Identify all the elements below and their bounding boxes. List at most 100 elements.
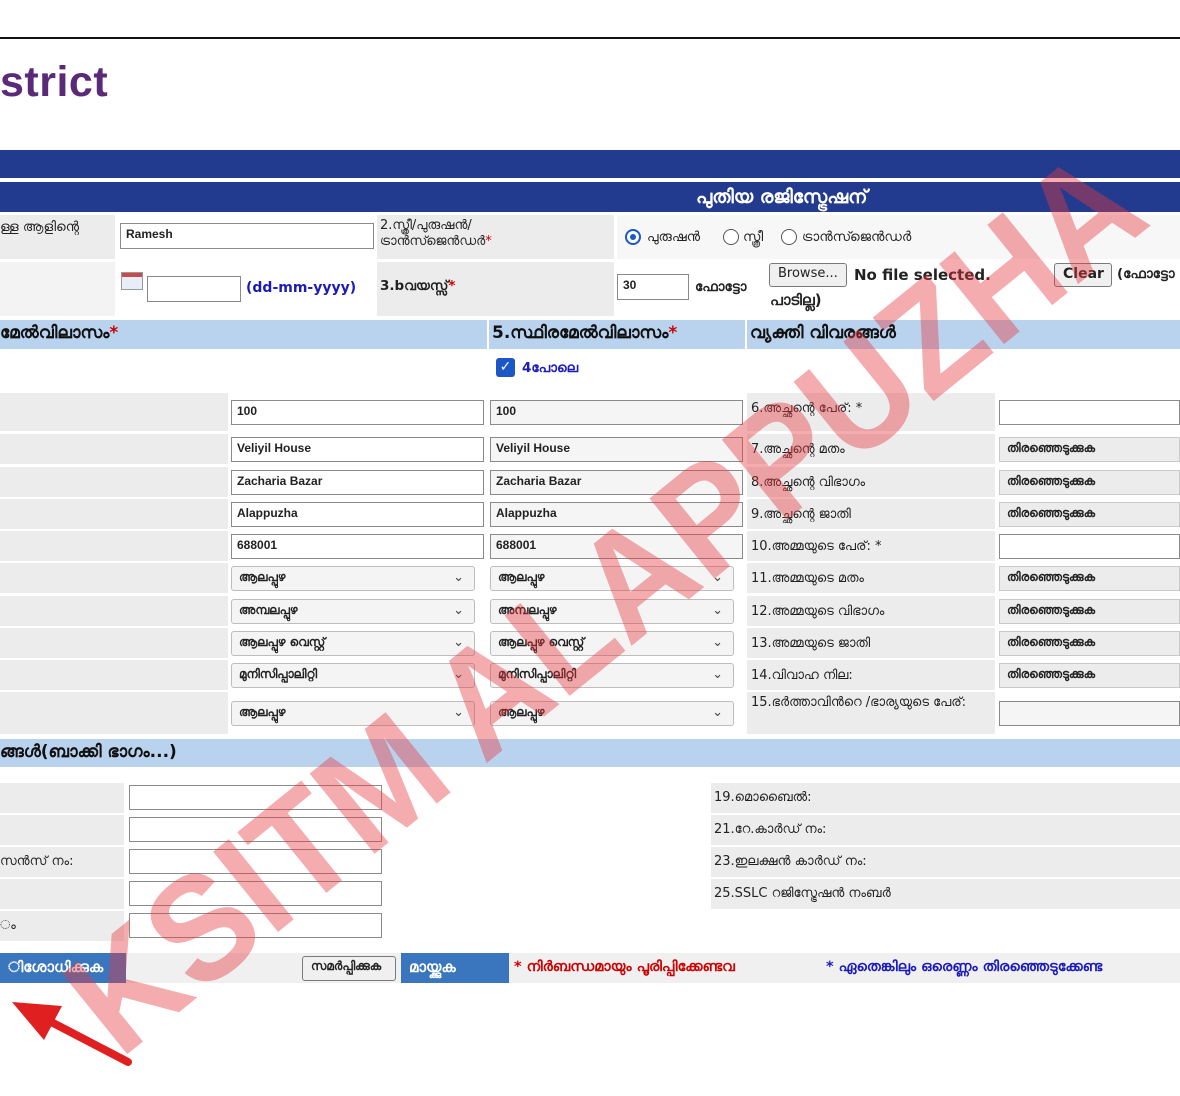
remaining-right-label: 23.ഇലക്ഷൻ കാർഡ് നം: xyxy=(714,854,867,869)
remaining-details-header: ങ്ങൾ(ബാക്കി ഭാഗം...) xyxy=(0,739,1180,767)
remaining-label-cell: സൻസ് നം: xyxy=(0,847,124,877)
select-value: മുനിസിപ്പാലിറ്റി xyxy=(239,667,318,681)
select-value: ആലപ്പുഴ xyxy=(239,705,286,719)
address-label-cell xyxy=(0,393,228,431)
gender-female-label: സ്ത്രീ xyxy=(743,229,764,245)
present-address-select[interactable]: മുനിസിപ്പാലിറ്റി ⌄ xyxy=(231,663,475,688)
dob-input[interactable] xyxy=(147,276,241,302)
personal-label: 10.അമ്മയുടെ പേര്: * xyxy=(751,539,882,554)
personal-label: 14.വിവാഹ നില: xyxy=(751,668,853,683)
arrow-icon xyxy=(12,1002,132,1066)
same-address-label: 4പോലെ xyxy=(522,360,579,376)
top-divider xyxy=(0,37,1180,39)
present-address-select[interactable]: അമ്പലപ്പുഴ ⌄ xyxy=(231,599,475,624)
present-address-select[interactable]: ആലപ്പുഴ വെസ്റ്റ് ⌄ xyxy=(231,631,475,656)
address-label-cell xyxy=(0,467,228,497)
address-label-cell xyxy=(0,434,228,464)
present-address-input[interactable]: Zacharia Bazar xyxy=(231,470,484,495)
remaining-input[interactable] xyxy=(129,817,382,842)
present-address-select[interactable]: ആലപ്പുഴ ⌄ xyxy=(231,701,475,726)
remaining-right-cell: 25.SSLC റജിസ്ട്രേഷൻ നംബർ xyxy=(711,879,1180,909)
age-input[interactable]: 30 xyxy=(617,274,689,300)
address-label-cell xyxy=(0,596,228,626)
present-address-input[interactable]: Veliyil House xyxy=(231,437,484,462)
permanent-address-input[interactable]: Veliyil House xyxy=(490,437,743,462)
gender-female-radio[interactable] xyxy=(723,229,739,245)
chevron-down-icon: ⌄ xyxy=(453,635,464,650)
clear-photo-button[interactable]: Clear xyxy=(1054,263,1112,287)
permanent-address-select[interactable]: ആലപ്പുഴ വെസ്റ്റ് ⌄ xyxy=(490,631,734,656)
gender-options: പുരുഷൻ സ്ത്രീ ട്രാൻസ്ജെൻഡർ xyxy=(617,215,1180,259)
personal-label: 11.അമ്മയുടെ മതം xyxy=(751,571,864,586)
remaining-label-cell: ം xyxy=(0,911,124,941)
permanent-address-input[interactable]: 688001 xyxy=(490,534,743,559)
permanent-address-input[interactable]: 100 xyxy=(490,400,743,425)
permanent-address-header: 5.സ്ഥിരമേൽവിലാസം* xyxy=(489,320,745,349)
remaining-label-cell xyxy=(0,815,124,845)
clear-form-button[interactable]: മായ്ക്കുക xyxy=(401,953,509,983)
select-value: ആലപ്പുഴ xyxy=(239,570,286,584)
personal-select[interactable]: തിരഞ്ഞെടുക്കുക xyxy=(999,470,1180,495)
select-value: ആലപ്പുഴ xyxy=(498,570,545,584)
same-address-checkbox[interactable]: ✓ xyxy=(496,358,515,377)
remaining-right-cell: 23.ഇലക്ഷൻ കാർഡ് നം: xyxy=(711,847,1180,877)
personal-label: 15.ഭർത്താവിൻറെ /ഭാര്യയുടെ പേര്: xyxy=(751,695,967,710)
form-title-bar: പുതിയ രജിസ്ട്രേഷന് xyxy=(0,182,1180,212)
chevron-down-icon: ⌄ xyxy=(712,667,723,682)
remaining-input[interactable] xyxy=(129,849,382,874)
personal-label: 8.അച്ഛന്റെ വിഭാഗം xyxy=(751,475,866,490)
gender-trans-label: ട്രാൻസ്ജെൻഡർ xyxy=(802,229,912,245)
address-label-cell xyxy=(0,660,228,690)
personal-select[interactable]: തിരഞ്ഞെടുക്കുക xyxy=(999,663,1180,688)
remaining-input[interactable] xyxy=(129,881,382,906)
personal-label: 13.അമ്മയുടെ ജാതി xyxy=(751,636,871,651)
address-label-cell xyxy=(0,531,228,561)
present-address-input[interactable]: 688001 xyxy=(231,534,484,559)
gender-male-label: പുരുഷൻ xyxy=(647,229,701,245)
personal-select[interactable]: തിരഞ്ഞെടുക്കുക xyxy=(999,599,1180,624)
present-address-input[interactable]: 100 xyxy=(231,400,484,425)
chevron-down-icon: ⌄ xyxy=(453,705,464,720)
chevron-down-icon: ⌄ xyxy=(453,667,464,682)
remaining-right-label: 19.മൊബൈൽ: xyxy=(714,790,812,805)
address-label-cell xyxy=(0,563,228,593)
permanent-address-select[interactable]: അമ്പലപ്പുഴ ⌄ xyxy=(490,599,734,624)
gender-male-radio[interactable] xyxy=(625,229,641,245)
photo-label: ഫോട്ടോ xyxy=(695,279,747,295)
present-address-input[interactable]: Alappuzha xyxy=(231,502,484,527)
name-label: ള്ള ആളിന്റെ xyxy=(0,219,80,235)
calendar-icon[interactable] xyxy=(121,272,143,290)
permanent-address-input[interactable]: Alappuzha xyxy=(490,502,743,527)
address-label-cell xyxy=(0,628,228,658)
personal-name-input[interactable] xyxy=(999,534,1180,559)
photo-note: (ഫോട്ടോ xyxy=(1117,266,1175,282)
permanent-address-select[interactable]: ആലപ്പുഴ ⌄ xyxy=(490,566,734,591)
address-label-cell xyxy=(0,499,228,529)
remaining-input[interactable] xyxy=(129,785,382,810)
remaining-right-label: 25.SSLC റജിസ്ട്രേഷൻ നംബർ xyxy=(714,886,891,901)
select-value: ആലപ്പുഴ xyxy=(498,705,545,719)
personal-select[interactable]: തിരഞ്ഞെടുക്കുക xyxy=(999,566,1180,591)
remaining-input[interactable] xyxy=(129,913,382,938)
personal-select[interactable]: തിരഞ്ഞെടുക്കുക xyxy=(999,502,1180,527)
select-value: അമ്പലപ്പുഴ xyxy=(239,603,298,617)
personal-name-input[interactable] xyxy=(999,400,1180,425)
verify-button[interactable]: ിശോധിക്കുക xyxy=(0,953,126,983)
applicant-name-input[interactable]: Ramesh xyxy=(120,223,374,249)
gender-trans-radio[interactable] xyxy=(781,229,797,245)
personal-label: 12.അമ്മയുടെ വിഭാഗം xyxy=(751,604,885,619)
present-address-select[interactable]: ആലപ്പുഴ ⌄ xyxy=(231,566,475,591)
permanent-address-select[interactable]: ആലപ്പുഴ ⌄ xyxy=(490,701,734,726)
browse-button[interactable]: Browse... xyxy=(769,263,847,287)
permanent-address-select[interactable]: മുനിസിപ്പാലിറ്റി ⌄ xyxy=(490,663,734,688)
personal-select[interactable]: തിരഞ്ഞെടുക്കുക xyxy=(999,631,1180,656)
gender-label: 2.സ്ത്രീ/പുരുഷൻ/ ട്രാൻസ്ജെൻഡർ* xyxy=(380,218,492,249)
remaining-label-cell xyxy=(0,783,124,813)
personal-select[interactable]: തിരഞ്ഞെടുക്കുക xyxy=(999,437,1180,462)
required-note: * നിർബന്ധമായും പൂരിപ്പിക്കേണ്ടവ xyxy=(514,959,735,975)
age-label-cell: 3.bവയസ്സ്* xyxy=(377,262,614,316)
permanent-address-input[interactable]: Zacharia Bazar xyxy=(490,470,743,495)
remaining-right-cell: 19.മൊബൈൽ: xyxy=(711,783,1180,813)
personal-name-input[interactable] xyxy=(999,701,1180,726)
submit-button[interactable]: സമർപ്പിക്കുക xyxy=(302,956,396,981)
